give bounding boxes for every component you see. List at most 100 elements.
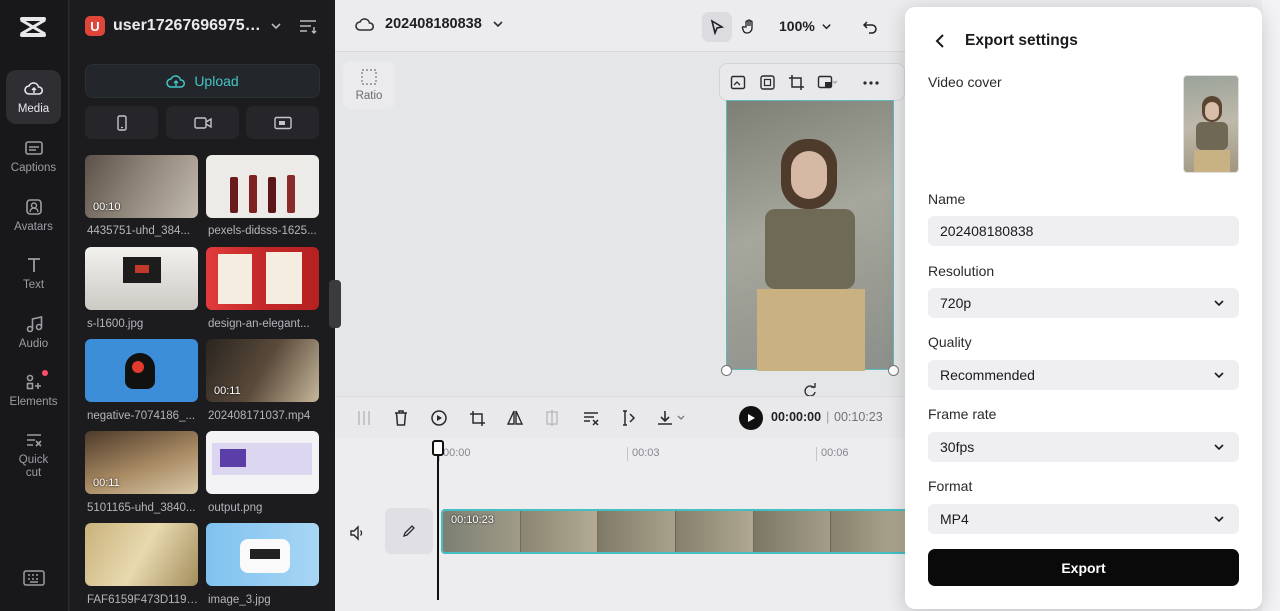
quality-select[interactable]: Recommended (928, 360, 1239, 390)
rotate-icon[interactable] (803, 383, 817, 397)
media-label: image_3.jpg (208, 594, 271, 606)
sidebar-item-text[interactable]: Text (6, 246, 61, 300)
project-name: 202408180838 (385, 16, 482, 32)
more-options-icon[interactable] (861, 74, 881, 91)
keyboard-icon[interactable] (23, 570, 45, 586)
format-select[interactable]: MP4 (928, 504, 1239, 534)
speed-icon (431, 410, 447, 426)
flip-icon (506, 410, 524, 425)
media-thumb[interactable]: 00:11 (85, 431, 198, 494)
panel-collapse-handle[interactable] (329, 280, 341, 328)
undo-button[interactable] (855, 12, 885, 42)
download-icon (658, 411, 685, 425)
delete-button[interactable] (390, 407, 412, 429)
remove-background-icon (584, 412, 599, 426)
filter-phone-button[interactable] (85, 106, 158, 139)
download-menu-button[interactable] (653, 407, 689, 429)
media-duration: 00:10 (93, 201, 121, 213)
sort-filter-icon[interactable] (299, 18, 317, 34)
resize-handle[interactable] (721, 365, 732, 376)
speaker-icon[interactable] (349, 525, 365, 541)
media-thumb[interactable] (206, 523, 319, 586)
flip-button[interactable] (504, 407, 526, 429)
video-cover-thumbnail[interactable] (1183, 75, 1239, 173)
playhead[interactable] (432, 440, 444, 600)
pencil-icon (402, 525, 415, 538)
zoom-selector[interactable]: 100% (779, 18, 832, 34)
media-thumb[interactable] (206, 155, 319, 218)
chevron-down-icon (1214, 444, 1224, 451)
sidebar-item-media[interactable]: Media (6, 70, 61, 124)
project-title[interactable]: 202408180838 (355, 16, 504, 32)
freeze-frame-icon (546, 410, 558, 426)
elements-icon (26, 374, 41, 389)
format-label: Format (928, 478, 973, 494)
freeze-button[interactable] (541, 407, 563, 429)
frame-rate-label: Frame rate (928, 406, 997, 422)
dialog-title: Export settings (965, 32, 1078, 49)
media-thumb[interactable]: 00:10 (85, 155, 198, 218)
fit-frame-icon[interactable] (759, 74, 776, 91)
media-label: FAF6159F473D1194... (87, 594, 202, 606)
video-cover-label: Video cover (928, 74, 1002, 90)
playhead-handle[interactable] (432, 440, 444, 456)
split-button[interactable] (353, 407, 375, 429)
video-preview[interactable] (726, 100, 894, 371)
split-icon (358, 411, 370, 425)
picture-in-picture-icon[interactable] (817, 74, 837, 91)
crop-button[interactable] (466, 407, 488, 429)
filter-image-button[interactable] (246, 106, 319, 139)
ratio-button[interactable]: Ratio (343, 61, 395, 109)
current-time: 00:00:00 (771, 410, 822, 424)
resolution-select[interactable]: 720p (928, 288, 1239, 318)
captions-icon (24, 140, 43, 155)
sidebar-item-label: Quick cut (18, 454, 49, 479)
export-button[interactable]: Export (928, 549, 1239, 586)
ratio-label: Ratio (355, 90, 383, 102)
name-input[interactable]: 202408180838 (928, 216, 1239, 246)
format-value: MP4 (940, 511, 969, 527)
image-frame-icon (273, 116, 292, 129)
select-tool-button[interactable] (702, 12, 732, 42)
play-button[interactable] (739, 406, 763, 430)
media-label: output.png (208, 502, 263, 514)
replace-image-icon[interactable] (730, 74, 747, 91)
media-label: 202408171037.mp4 (208, 410, 311, 422)
trim-button[interactable] (617, 407, 639, 429)
hand-tool-button[interactable] (734, 12, 764, 42)
frame-rate-select[interactable]: 30fps (928, 432, 1239, 462)
crop-icon[interactable] (788, 74, 805, 91)
media-thumb[interactable] (85, 523, 198, 586)
filter-video-button[interactable] (166, 106, 239, 139)
media-thumb[interactable] (85, 247, 198, 310)
sidebar-item-elements[interactable]: Elements (6, 363, 61, 417)
chevron-down-icon[interactable] (269, 19, 283, 33)
track-edit-button[interactable] (385, 508, 433, 554)
speed-button[interactable] (428, 407, 450, 429)
media-thumb[interactable] (85, 339, 198, 402)
sidebar-item-audio[interactable]: Audio (6, 305, 61, 359)
chevron-down-icon (1214, 300, 1224, 307)
ruler-tick (816, 447, 817, 461)
video-clip[interactable]: 00:10:23 (441, 509, 911, 554)
media-label: design-an-elegant... (208, 318, 310, 330)
sidebar-item-label: Captions (10, 161, 57, 174)
sidebar-item-avatars[interactable]: Avatars (6, 188, 61, 242)
media-thumb[interactable] (206, 247, 319, 310)
resize-handle[interactable] (888, 365, 899, 376)
sidebar-item-quick-cut[interactable]: Quick cut (6, 425, 61, 485)
phone-icon (116, 114, 127, 131)
sidebar-item-captions[interactable]: Captions (6, 129, 61, 183)
clip-duration: 00:10:23 (451, 514, 494, 526)
hand-icon (741, 19, 753, 34)
sidebar-item-label: Audio (18, 337, 49, 350)
user-menu[interactable]: U user172676969755... (85, 14, 320, 38)
media-thumb[interactable]: 00:11 (206, 339, 319, 402)
right-panel-edge (1262, 0, 1280, 611)
back-arrow-icon[interactable] (933, 33, 949, 49)
detach-audio-button[interactable] (580, 407, 602, 429)
media-duration: 00:11 (93, 477, 120, 489)
ruler-label: 00:03 (632, 447, 660, 459)
media-thumb[interactable] (206, 431, 319, 494)
upload-button[interactable]: Upload (85, 64, 320, 98)
